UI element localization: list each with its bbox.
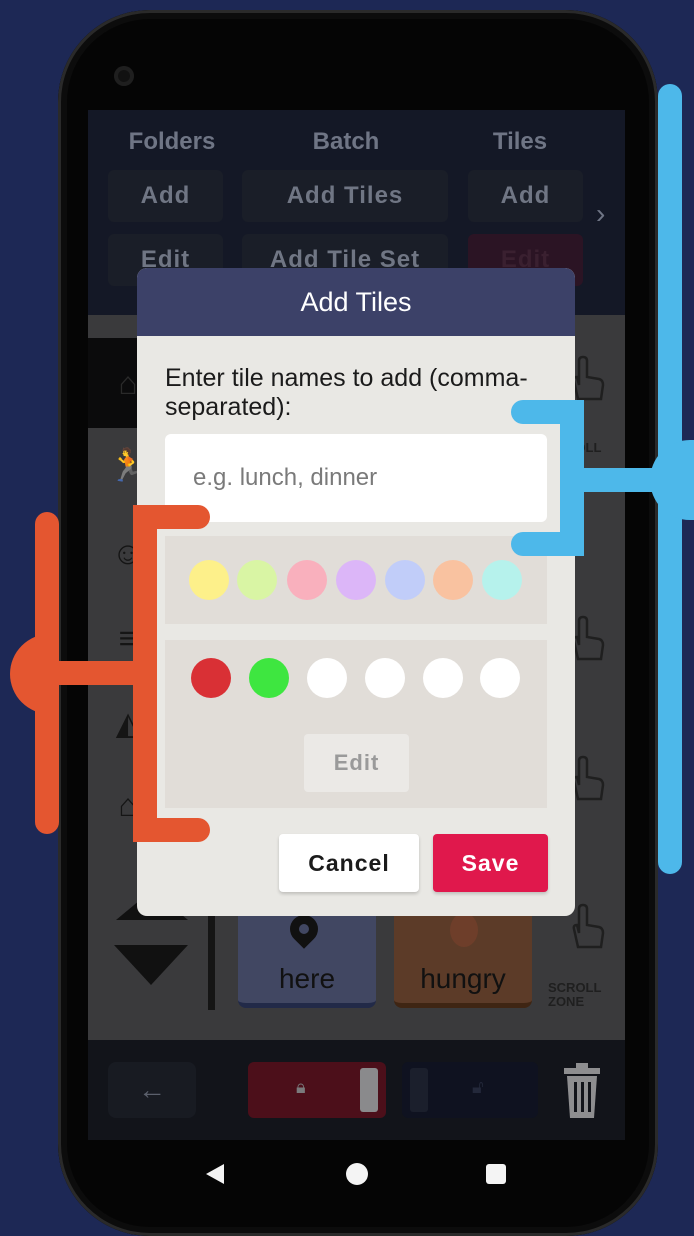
scroll-zone-label: SCROLL ZONE — [548, 980, 602, 1009]
custom-color-swatch[interactable] — [191, 658, 231, 698]
custom-color-swatch[interactable] — [365, 658, 405, 698]
lock-icon: 🔒︎ — [296, 1077, 306, 1097]
annotation-orange-bracket-spine — [133, 505, 157, 842]
pastel-color-swatch[interactable] — [385, 560, 425, 600]
toggle-knob — [410, 1068, 428, 1112]
nav-back-icon[interactable] — [206, 1164, 224, 1184]
folders-title: Folders — [128, 128, 216, 155]
pastel-color-swatch[interactable] — [433, 560, 473, 600]
pastel-color-swatch[interactable] — [336, 560, 376, 600]
tiles-title: Tiles — [492, 128, 548, 155]
pastel-color-swatch[interactable] — [237, 560, 277, 600]
custom-color-palette: Edit — [165, 640, 547, 808]
annotation-orange-bracket-bottom — [133, 818, 210, 842]
batch-add-tiles-button[interactable]: Add Tiles — [242, 170, 448, 222]
chevron-right-icon[interactable]: › — [596, 198, 605, 230]
annotation-blue-bracket-top — [511, 400, 584, 424]
front-camera — [114, 66, 134, 86]
annotation-blue-bracket-bottom — [511, 532, 584, 556]
save-button[interactable]: Save — [433, 834, 548, 892]
nav-home-icon[interactable] — [346, 1163, 368, 1185]
batch-title: Batch — [312, 128, 380, 155]
tile-names-input[interactable] — [165, 434, 547, 522]
edit-colors-button[interactable]: Edit — [304, 734, 409, 792]
pastel-color-swatch[interactable] — [189, 560, 229, 600]
custom-color-swatch[interactable] — [423, 658, 463, 698]
tile-label: here — [278, 963, 336, 994]
trash-icon[interactable] — [562, 1062, 602, 1120]
custom-color-swatch[interactable] — [249, 658, 289, 698]
divider — [208, 905, 215, 1010]
custom-color-swatch[interactable] — [480, 658, 520, 698]
unlock-toggle[interactable]: 🔓︎ — [402, 1062, 538, 1118]
lock-toggle[interactable]: 🔒︎ — [248, 1062, 386, 1118]
folders-add-button[interactable]: Add — [108, 170, 223, 222]
scroll-down-arrow-icon[interactable] — [114, 945, 188, 985]
pastel-color-swatch[interactable] — [287, 560, 327, 600]
bottom-bar: ← 🔒︎ 🔓︎ — [88, 1040, 625, 1140]
dialog-title: Add Tiles — [137, 268, 575, 336]
system-nav-bar — [88, 1140, 625, 1210]
cancel-button[interactable]: Cancel — [279, 834, 419, 892]
tiles-add-button[interactable]: Add — [468, 170, 583, 222]
tile-hungry[interactable]: hungry — [394, 905, 532, 1008]
back-arrow-icon[interactable]: ← — [108, 1062, 196, 1118]
pastel-color-palette — [165, 536, 547, 624]
pastel-color-swatch[interactable] — [482, 560, 522, 600]
unlock-icon: 🔓︎ — [472, 1077, 484, 1097]
annotation-orange-bracket-top — [133, 505, 210, 529]
tile-label: hungry — [420, 963, 506, 994]
tile-here[interactable]: here — [238, 905, 376, 1008]
annotation-orange-connector — [45, 661, 145, 685]
hungry-person-icon — [450, 913, 478, 947]
toggle-knob — [360, 1068, 378, 1112]
custom-color-swatch[interactable] — [307, 658, 347, 698]
nav-recents-icon[interactable] — [486, 1164, 506, 1184]
dialog-prompt: Enter tile names to add (comma-separated… — [165, 364, 528, 421]
